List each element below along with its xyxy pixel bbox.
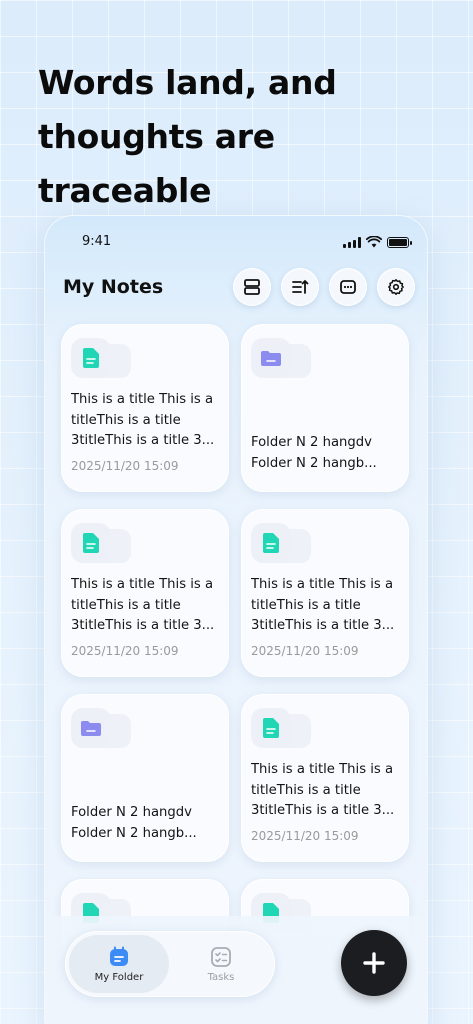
- nav-my-folder[interactable]: My Folder: [69, 935, 169, 993]
- nav-tasks[interactable]: Tasks: [171, 935, 271, 993]
- tasks-icon: [211, 946, 231, 967]
- folder-icon: [81, 721, 101, 736]
- note-text: This is a title This is a titleThis is a…: [71, 577, 215, 633]
- sort-icon: [292, 280, 309, 294]
- note-file-icon: [83, 348, 99, 368]
- note-text: This is a title This is a titleThis is a…: [251, 762, 395, 818]
- folder-icon: [261, 351, 281, 366]
- layout-toggle-button[interactable]: [233, 268, 271, 306]
- sort-button[interactable]: [281, 268, 319, 306]
- note-text: This is a title This is a titleThis is a…: [251, 577, 395, 633]
- plus-icon: [363, 952, 385, 974]
- note-date: 2025/11/20 15:09: [71, 459, 179, 473]
- nav-my-folder-label: My Folder: [94, 971, 144, 983]
- note-file-icon: [263, 533, 279, 553]
- battery-icon: [387, 236, 412, 248]
- note-text: This is a title This is a titleThis is a…: [71, 392, 215, 448]
- folder-text: Folder N 2 hangdv Folder N 2 hangb...: [251, 435, 377, 471]
- nav-tasks-label: Tasks: [207, 971, 235, 983]
- more-icon: [340, 280, 356, 294]
- bottom-nav: My Folder Tasks: [65, 931, 275, 997]
- signal-icon: [343, 236, 361, 248]
- headline: Words land, and thoughts are traceable: [38, 56, 458, 218]
- note-card[interactable]: This is a title This is a titleThis is a…: [241, 694, 409, 862]
- phone-frame: 9:41 My Notes This is a title This is a …: [45, 216, 427, 1024]
- layout-icon: [244, 279, 260, 295]
- headline-line-2: thoughts are traceable: [38, 117, 275, 210]
- folder-text: Folder N 2 hangdv Folder N 2 hangb...: [71, 805, 197, 841]
- note-file-icon: [83, 533, 99, 553]
- status-icons: [343, 236, 412, 248]
- folder-card[interactable]: Folder N 2 hangdv Folder N 2 hangb...: [241, 324, 409, 492]
- header-toolbar: [233, 268, 415, 306]
- add-note-button[interactable]: [341, 930, 407, 996]
- folder-nav-icon: [110, 946, 128, 966]
- status-bar: 9:41: [45, 234, 427, 254]
- note-date: 2025/11/20 15:09: [251, 829, 359, 843]
- more-button[interactable]: [329, 268, 367, 306]
- note-date: 2025/11/20 15:09: [71, 644, 179, 658]
- wifi-icon: [366, 236, 382, 248]
- headline-line-1: Words land, and: [38, 63, 337, 102]
- note-card[interactable]: This is a title This is a titleThis is a…: [61, 509, 229, 677]
- note-file-icon: [263, 718, 279, 738]
- settings-button[interactable]: [377, 268, 415, 306]
- settings-icon: [388, 279, 404, 295]
- status-time: 9:41: [82, 234, 112, 249]
- note-card[interactable]: This is a title This is a titleThis is a…: [61, 324, 229, 492]
- note-card[interactable]: This is a title This is a titleThis is a…: [241, 509, 409, 677]
- folder-card[interactable]: Folder N 2 hangdv Folder N 2 hangb...: [61, 694, 229, 862]
- note-date: 2025/11/20 15:09: [251, 644, 359, 658]
- page-title: My Notes: [63, 276, 164, 298]
